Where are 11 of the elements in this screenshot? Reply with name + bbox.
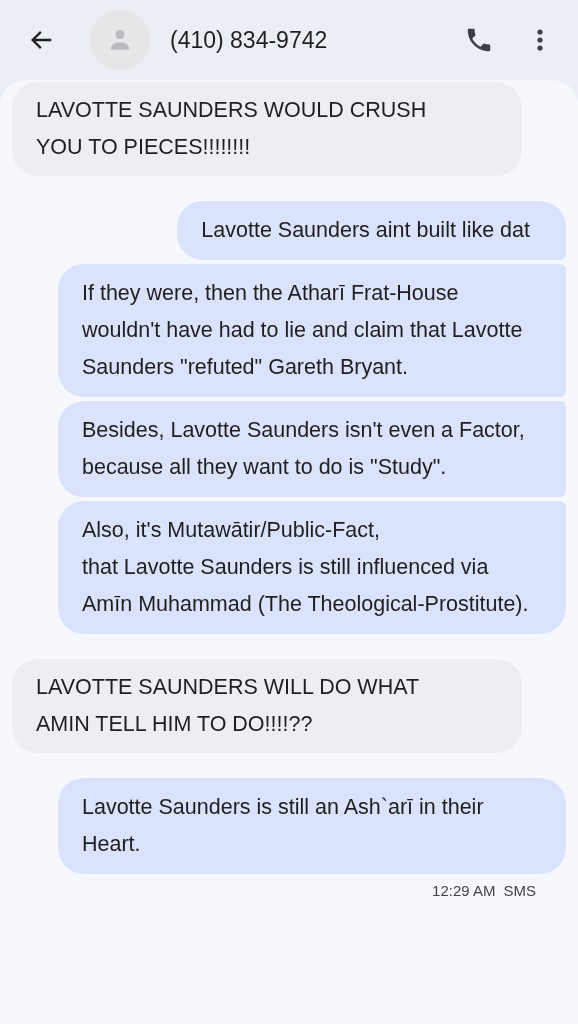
message-bubble[interactable]: Lavotte Saunders aint built like dat (177, 201, 566, 260)
message-bubble[interactable]: LAVOTTE SAUNDERS WOULD CRUSH YOU TO PIECES!!!!!!!! (12, 82, 522, 176)
more-options-icon[interactable] (536, 28, 544, 52)
message-bubble[interactable]: Besides, Lavotte Saunders isn't even a Factor, because all they want to do is "Study". (58, 401, 566, 497)
message-type: SMS (503, 882, 536, 899)
message-bubble[interactable]: If they were, then the Atharī Frat-House wouldn't have had to lie and claim that Lavotte Saunders "refuted" Gareth Bryant. (58, 264, 566, 397)
message-bubble[interactable]: LAVOTTE SAUNDERS WILL DO WHAT AMIN TELL HIM TO DO!!!!?? (12, 659, 522, 753)
contact-number: (410) 834-9742 (170, 26, 329, 54)
message-bubble[interactable]: Also, it's Mutawātir/Public-Fact, that Lavotte Saunders is still influenced via Amīn Muhammad (The Theological-Prostitute). (58, 501, 566, 634)
message-bubble[interactable]: Lavotte Saunders is still an Ash`arī in their Heart. (58, 778, 566, 874)
message-time: 12:29 AM (432, 882, 496, 899)
